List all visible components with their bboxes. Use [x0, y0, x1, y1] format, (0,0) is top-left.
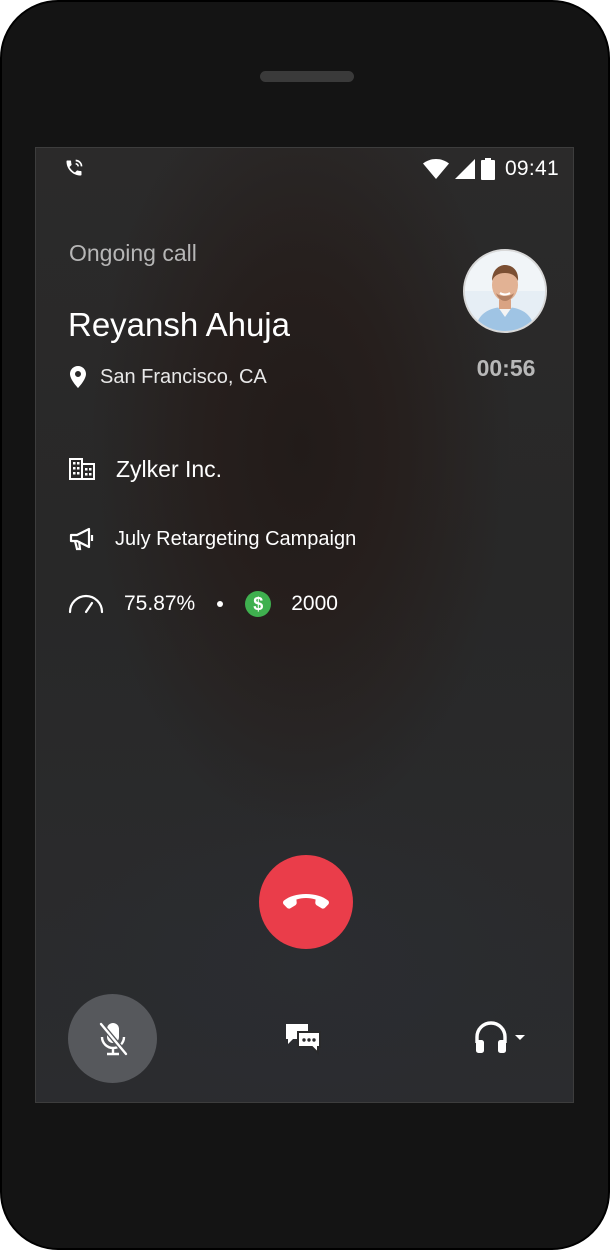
mic-off-icon: [98, 1021, 128, 1056]
headphones-icon: [475, 1021, 507, 1053]
mute-button[interactable]: [68, 994, 157, 1083]
campaign-row: July Retargeting Campaign: [69, 524, 356, 554]
end-call-icon: [283, 894, 329, 909]
call-timer: 00:56: [476, 355, 536, 381]
end-call-button[interactable]: [259, 855, 353, 949]
gauge-icon: [68, 594, 104, 614]
building-icon: [69, 458, 95, 480]
battery-icon: [480, 158, 495, 180]
company-row: Zylker Inc.: [69, 452, 222, 486]
wifi-icon: [422, 159, 449, 179]
chat-icon: [286, 1024, 321, 1056]
status-bar: 09:41: [36, 148, 573, 190]
company-name: Zylker Inc.: [116, 455, 223, 482]
caller-photo: [465, 251, 545, 331]
caller-name: Reyansh Ahuja: [68, 306, 290, 343]
caller-avatar: [463, 249, 547, 333]
location-row: San Francisco, CA: [69, 364, 267, 390]
status-time: 09:41: [504, 157, 559, 180]
phone-frame: 09:41 Ongoing call Reyansh Ahuja San Fra…: [0, 0, 610, 1250]
status-indicators: 09:41: [422, 156, 559, 182]
call-status-label: Ongoing call: [69, 240, 197, 266]
chat-button[interactable]: [283, 1021, 323, 1057]
signal-icon: [454, 159, 475, 179]
caller-location: San Francisco, CA: [100, 365, 267, 388]
separator-dot: [217, 601, 224, 607]
phone-call-icon: [66, 159, 83, 176]
call-screen: 09:41 Ongoing call Reyansh Ahuja San Fra…: [35, 147, 574, 1103]
dollar-icon: $: [245, 591, 272, 617]
audio-output-button[interactable]: [473, 1018, 531, 1056]
location-pin-icon: [70, 366, 86, 388]
phone-speaker: [260, 71, 354, 82]
campaign-name: July Retargeting Campaign: [115, 527, 357, 550]
deal-amount: 2000: [291, 592, 338, 615]
megaphone-icon: [69, 527, 94, 551]
metrics-row: 75.87% $ 2000: [68, 588, 338, 620]
score-value: 75.87%: [124, 592, 196, 615]
dropdown-arrow-icon: [515, 1035, 525, 1040]
